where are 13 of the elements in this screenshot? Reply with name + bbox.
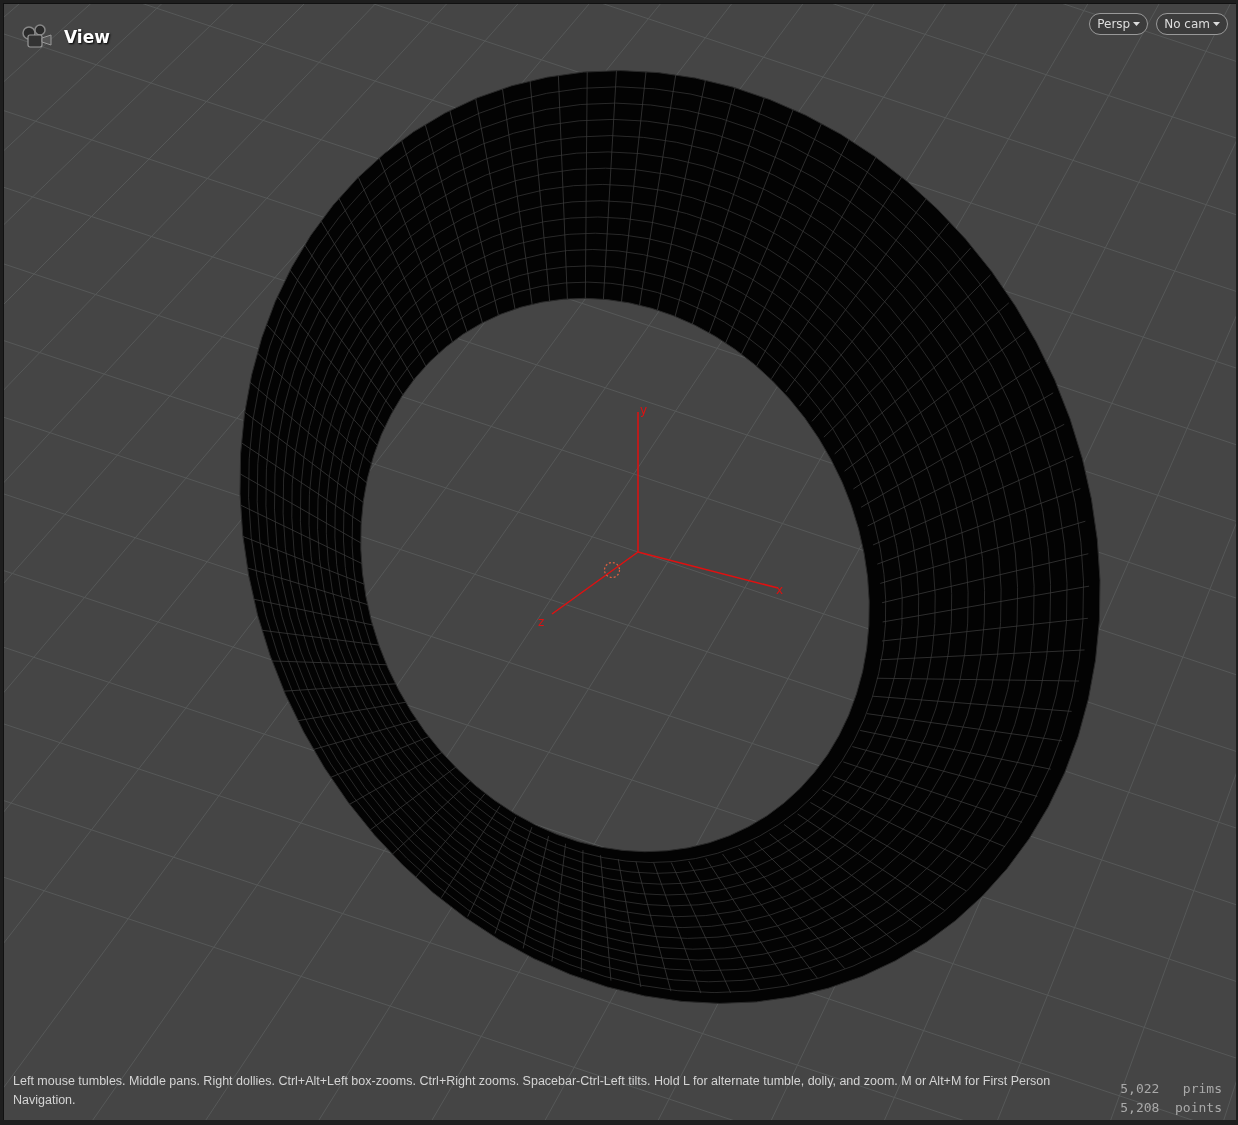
- caret-icon: [1133, 22, 1141, 26]
- stat-readout: 5,208 points: [1120, 1099, 1222, 1117]
- axis-label: x: [776, 583, 784, 597]
- movie-camera-icon: [20, 23, 54, 51]
- axis-label: y: [640, 403, 648, 417]
- view-dropdown[interactable]: No cam: [1156, 13, 1228, 35]
- viewport-title: View: [64, 27, 110, 47]
- stat-readout: 5,022 prims: [1120, 1080, 1222, 1098]
- view-dropdown[interactable]: Persp: [1089, 13, 1149, 35]
- pivot-marker: [603, 561, 621, 579]
- navigation-hint: Left mouse tumbles. Middle pans. Right dollies. Ctrl+Alt+Left box-zooms. Ctrl+Right zooms. Spacebar-Ctrl-Left tilts. Hold L for alternate tumble, dolly, and zoom. M or Alt+M for First Person Navigation.: [13, 1073, 1052, 1109]
- axis-label: z: [538, 615, 545, 629]
- caret-icon: [1213, 22, 1220, 26]
